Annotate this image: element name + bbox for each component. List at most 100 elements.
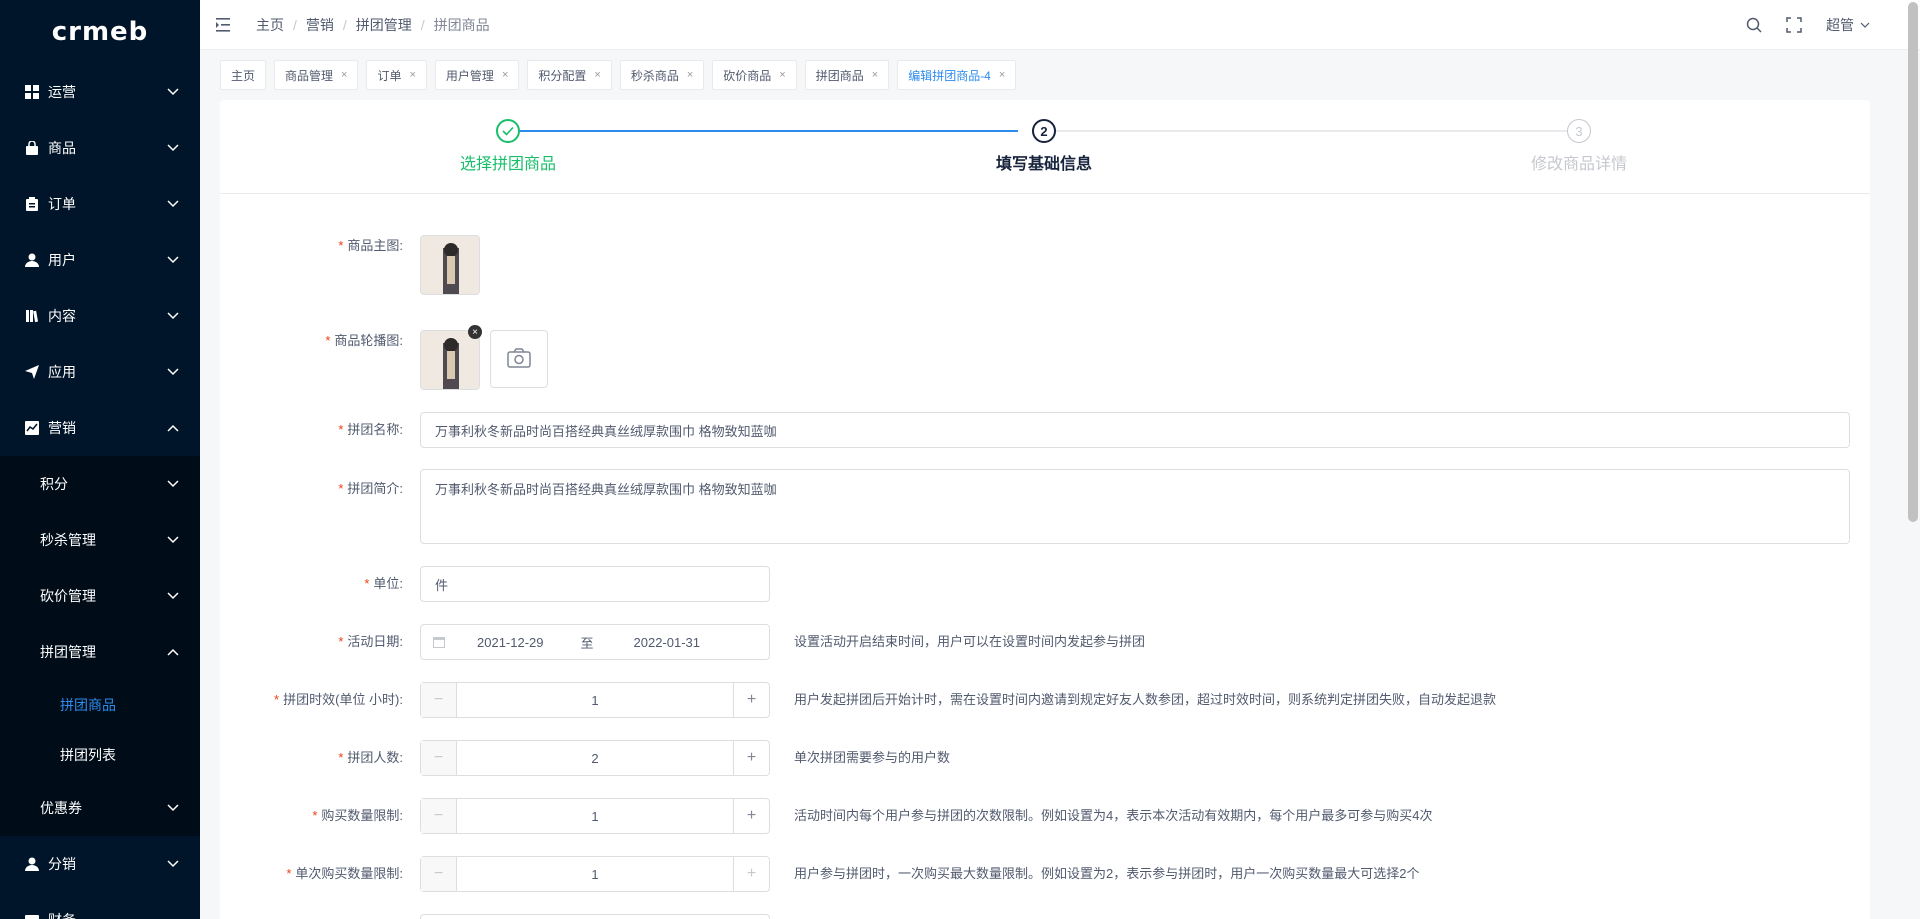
page-scrollbar[interactable]: [1908, 2, 1918, 522]
carousel-image[interactable]: [420, 330, 480, 390]
carousel-row: * 商品轮播图: ×: [220, 325, 548, 390]
sidebar-item-label: 秒杀管理: [40, 532, 96, 548]
send-icon: [24, 364, 40, 380]
tag-group-products[interactable]: 拼团商品 ×: [804, 60, 890, 90]
sidebar-item-label: 优惠券: [40, 800, 82, 816]
tag-order[interactable]: 订单 ×: [366, 60, 427, 90]
tag-points-config[interactable]: 积分配置 ×: [527, 60, 612, 90]
sidebar-item-group-list[interactable]: 拼团列表: [0, 730, 200, 780]
sidebar-item-points[interactable]: 积分: [0, 456, 200, 512]
step-title: 选择拼团商品: [459, 156, 556, 173]
decrement-button[interactable]: −: [421, 741, 457, 775]
effective-hours-stepper[interactable]: − 1 +: [420, 682, 770, 718]
sidebar-item-label: 应用: [48, 364, 76, 380]
tag-label: 秒杀商品: [630, 68, 679, 83]
chevron-down-icon: [166, 85, 180, 99]
sidebar-item-seckill[interactable]: 秒杀管理: [0, 512, 200, 568]
sidebar-item-finance[interactable]: 财务: [0, 892, 200, 919]
user-menu[interactable]: 超管: [1826, 15, 1870, 35]
close-icon[interactable]: ×: [341, 69, 347, 81]
stepper-value[interactable]: 1: [457, 867, 733, 882]
steps: 选择拼团商品 2 填写基础信息 3 修改商品详情: [220, 100, 1870, 194]
buy-limit-row: * 购买数量限制: − 1 + 活动时间内每个用户参与拼团的次数限制。例如设置为4…: [220, 798, 1432, 834]
close-icon[interactable]: ×: [872, 69, 878, 81]
sidebar-item-order[interactable]: 订单: [0, 176, 200, 232]
buy-limit-tip: 活动时间内每个用户参与拼团的次数限制。例如设置为4，表示本次活动有效期内，每个用…: [794, 808, 1433, 823]
breadcrumb-item[interactable]: 营销: [306, 15, 334, 35]
stepper-value[interactable]: 1: [457, 693, 733, 708]
tag-seckill-products[interactable]: 秒杀商品 ×: [619, 60, 705, 90]
sidebar-item-content[interactable]: 内容: [0, 288, 200, 344]
tag-edit-group-product[interactable]: 编辑拼团商品-4 ×: [897, 60, 1017, 90]
sidebar-item-label: 用户: [48, 252, 76, 268]
sidebar-item-coupon[interactable]: 优惠券: [0, 780, 200, 836]
decrement-button[interactable]: −: [421, 799, 457, 833]
logo[interactable]: crmeb: [0, 0, 200, 64]
user-icon: [24, 856, 40, 872]
tag-home[interactable]: 主页: [220, 60, 267, 90]
search-icon[interactable]: [1744, 15, 1764, 35]
sidebar-item-distribution[interactable]: 分销: [0, 836, 200, 892]
close-icon[interactable]: ×: [687, 69, 693, 81]
breadcrumb-separator: /: [420, 16, 425, 33]
menu-collapse-icon[interactable]: [216, 15, 236, 35]
sidebar-item-marketing[interactable]: 营销: [0, 400, 200, 456]
breadcrumb-item[interactable]: 拼团管理: [356, 15, 412, 35]
unit-input[interactable]: 件: [420, 566, 770, 602]
tag-label: 商品管理: [285, 68, 334, 83]
sidebar-item-label: 营销: [48, 420, 76, 436]
group-name-input[interactable]: 万事利秋冬新品时尚百搭经典真丝绒厚款围巾 格物致知蓝咖: [420, 412, 1850, 448]
form-label: * 拼团名称:: [338, 422, 403, 437]
close-icon[interactable]: ×: [409, 69, 415, 81]
chevron-up-icon: [166, 645, 180, 659]
sidebar-item-bargain[interactable]: 砍价管理: [0, 568, 200, 624]
tag-bargain-products[interactable]: 砍价商品 ×: [712, 60, 797, 90]
input-value: 件: [435, 577, 449, 593]
effective-row: * 拼团时效(单位 小时): − 1 + 用户发起拼团后开始计时，需在设置时间内邀…: [220, 682, 1496, 718]
fullscreen-icon[interactable]: [1784, 15, 1804, 35]
date-tip: 设置活动开启结束时间，用户可以在设置时间内发起参与拼团: [794, 634, 1146, 649]
sidebar-item-product[interactable]: 商品: [0, 120, 200, 176]
chevron-down-icon: [166, 253, 180, 267]
form-label: * 单位:: [364, 576, 403, 591]
sidebar-item-user[interactable]: 用户: [0, 232, 200, 288]
sidebar-item-app[interactable]: 应用: [0, 344, 200, 400]
increment-button[interactable]: +: [733, 683, 769, 717]
stepper-value[interactable]: 1: [457, 809, 733, 824]
tag-label: 编辑拼团商品-4: [908, 68, 991, 83]
group-people-stepper[interactable]: − 2 +: [420, 740, 770, 776]
upload-image-button[interactable]: [490, 330, 548, 388]
increment-button[interactable]: +: [733, 799, 769, 833]
tag-product-manage[interactable]: 商品管理 ×: [274, 60, 359, 90]
group-intro-textarea[interactable]: 万事利秋冬新品时尚百搭经典真丝绒厚款围巾 格物致知蓝咖: [420, 469, 1850, 544]
close-icon[interactable]: ×: [502, 69, 508, 81]
close-icon[interactable]: ×: [594, 69, 600, 81]
date-range-picker[interactable]: 2021-12-29 至 2022-01-31: [420, 624, 770, 660]
breadcrumb-item[interactable]: 主页: [256, 15, 284, 35]
form-label: * 商品轮播图:: [325, 333, 403, 348]
logo-text: crmeb: [51, 17, 149, 47]
tag-user-manage[interactable]: 用户管理 ×: [434, 60, 520, 90]
form-label: * 购买数量限制:: [312, 808, 403, 823]
single-limit-row: * 单次购买数量限制: − 1 + 用户参与拼团时，一次购买最大数量限制。例如设置…: [220, 856, 1419, 892]
decrement-button[interactable]: −: [421, 683, 457, 717]
buy-limit-stepper[interactable]: − 1 +: [420, 798, 770, 834]
product-main-image[interactable]: [420, 235, 480, 295]
sidebar-item-group[interactable]: 拼团管理: [0, 624, 200, 680]
increment-button[interactable]: +: [733, 857, 769, 891]
calendar-icon: [433, 636, 445, 648]
stepper-value[interactable]: 2: [457, 751, 733, 766]
increment-button[interactable]: +: [733, 741, 769, 775]
close-icon[interactable]: ×: [999, 69, 1005, 81]
step-done-icon: [496, 119, 520, 143]
next-stepper[interactable]: [420, 914, 770, 919]
sidebar-item-operation[interactable]: 运营: [0, 64, 200, 120]
chevron-down-icon: [166, 197, 180, 211]
single-limit-stepper[interactable]: − 1 +: [420, 856, 770, 892]
remove-image-icon[interactable]: ×: [468, 325, 482, 339]
decrement-button[interactable]: −: [421, 857, 457, 891]
marketing-submenu: 积分 秒杀管理 砍价管理 拼团管理 拼团商品 拼团列表 优惠券: [0, 456, 200, 836]
sidebar-item-group-products[interactable]: 拼团商品: [0, 680, 200, 730]
close-icon[interactable]: ×: [779, 69, 785, 81]
chevron-down-icon: [166, 589, 180, 603]
